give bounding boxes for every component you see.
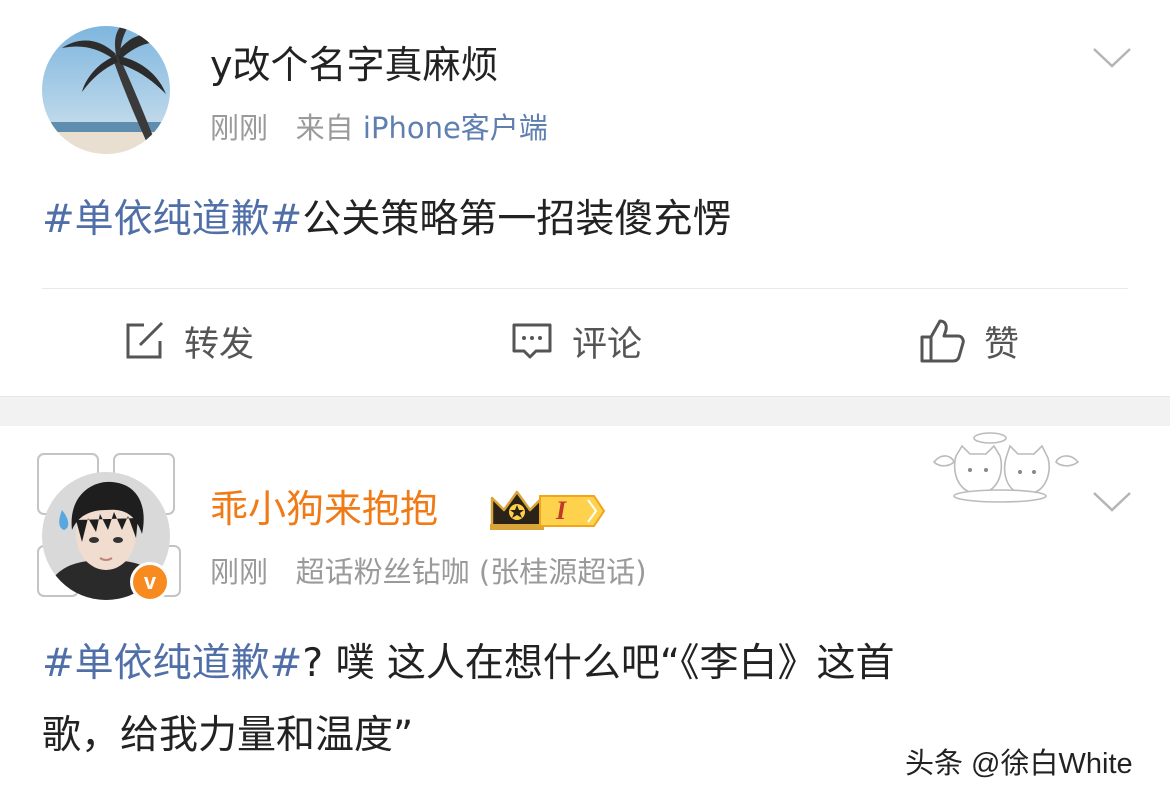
- post-text-line: 歌，给我力量和温度”: [42, 713, 414, 758]
- post-meta: 刚刚 超话粉丝钻咖 (张桂源超话): [210, 554, 647, 590]
- repost-button[interactable]: 转发: [122, 315, 254, 367]
- username[interactable]: y改个名字真麻烦: [210, 42, 499, 88]
- thumbs-up-icon: [920, 319, 965, 363]
- watermark: 头条 @徐白White: [905, 748, 1133, 780]
- repost-icon: [126, 321, 164, 359]
- post-meta: 刚刚 来自 iPhone客户端: [210, 110, 548, 146]
- palm-beach-avatar-icon: [42, 26, 170, 154]
- post-text-line: ? 噗 这人在想什么吧“《李白》这首: [302, 641, 895, 686]
- post-time: 刚刚: [210, 111, 269, 145]
- supertopic-info[interactable]: 超话粉丝钻咖 (张桂源超话): [296, 555, 647, 589]
- comment-icon: [512, 323, 552, 359]
- post-content: #单依纯道歉#公关策略第一招装傻充愣: [42, 184, 731, 256]
- repost-label: 转发: [184, 324, 255, 365]
- verified-badge: v: [130, 562, 170, 602]
- avatar[interactable]: [42, 26, 170, 154]
- source-prefix: 来自: [295, 111, 354, 145]
- comment-label: 评论: [572, 324, 643, 365]
- post-time: 刚刚: [210, 555, 269, 589]
- divider: [42, 288, 1128, 289]
- like-button[interactable]: 赞: [918, 315, 1019, 367]
- comment-button[interactable]: 评论: [510, 315, 642, 367]
- level-badge-icon: [539, 495, 606, 527]
- chevron-down-icon[interactable]: [1092, 490, 1132, 514]
- feed-separator: [0, 396, 1170, 427]
- hashtag-link[interactable]: #单依纯道歉#: [42, 641, 302, 686]
- post-card: y改个名字真麻烦 刚刚 来自 iPhone客户端 #单依纯道歉#公关策略第一招装…: [0, 0, 1170, 396]
- level-badge-label: I: [556, 496, 567, 525]
- post-content: #单依纯道歉#? 噗 这人在想什么吧“《李白》这首 歌，给我力量和温度”: [42, 628, 895, 772]
- angel-cats-sticker-icon: [932, 432, 1080, 503]
- hashtag-link[interactable]: #单依纯道歉#: [42, 197, 302, 242]
- post-text: 公关策略第一招装傻充愣: [302, 197, 732, 242]
- like-label: 赞: [984, 324, 1020, 365]
- cat-sticker: [930, 426, 1080, 510]
- chevron-down-icon[interactable]: [1092, 46, 1132, 70]
- post-source[interactable]: iPhone客户端: [363, 111, 548, 145]
- username[interactable]: 乖小狗来抱抱: [210, 486, 438, 532]
